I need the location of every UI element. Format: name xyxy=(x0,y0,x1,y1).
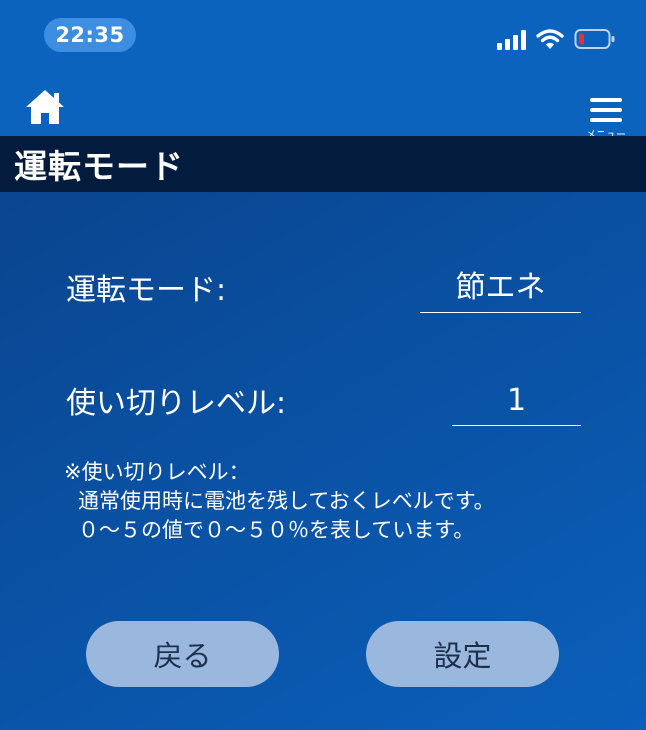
status-icons xyxy=(497,26,616,52)
set-button[interactable]: 設定 xyxy=(366,621,559,687)
level-value-field[interactable]: 1 xyxy=(452,381,581,426)
set-button-label: 設定 xyxy=(433,639,492,673)
note-line: ０～５の値で０～５０％を表しています。 xyxy=(78,518,475,542)
note-line-heading: ※使い切りレベル： xyxy=(64,460,250,484)
back-button-label: 戻る xyxy=(153,639,212,673)
mode-label: 運転モード: xyxy=(66,273,227,308)
status-time: 22:35 xyxy=(44,18,136,52)
home-icon[interactable] xyxy=(24,88,66,126)
title-bar: 運転モード xyxy=(0,136,646,192)
page-title: 運転モード xyxy=(14,147,184,186)
hamburger-menu-icon xyxy=(590,98,622,122)
menu-button[interactable]: メニュー xyxy=(582,96,630,141)
note-line: 通常使用時に電池を残しておくレベルです。 xyxy=(78,489,495,513)
back-button[interactable]: 戻る xyxy=(86,621,279,687)
signal-icon xyxy=(497,28,526,50)
level-label: 使い切りレベル: xyxy=(66,386,287,421)
status-time-text: 22:35 xyxy=(55,23,125,47)
wifi-icon xyxy=(536,28,564,50)
mode-value-field[interactable]: 節エネ xyxy=(420,268,581,313)
screen: 22:35 運転モード 運転モード: 節エネ 使い切りレベル: 1 ※使い切りレ… xyxy=(0,0,646,730)
battery-low-icon xyxy=(574,28,616,50)
level-note: ※使い切りレベル： 通常使用時に電池を残しておくレベルです。 ０～５の値で０～５… xyxy=(64,458,495,545)
